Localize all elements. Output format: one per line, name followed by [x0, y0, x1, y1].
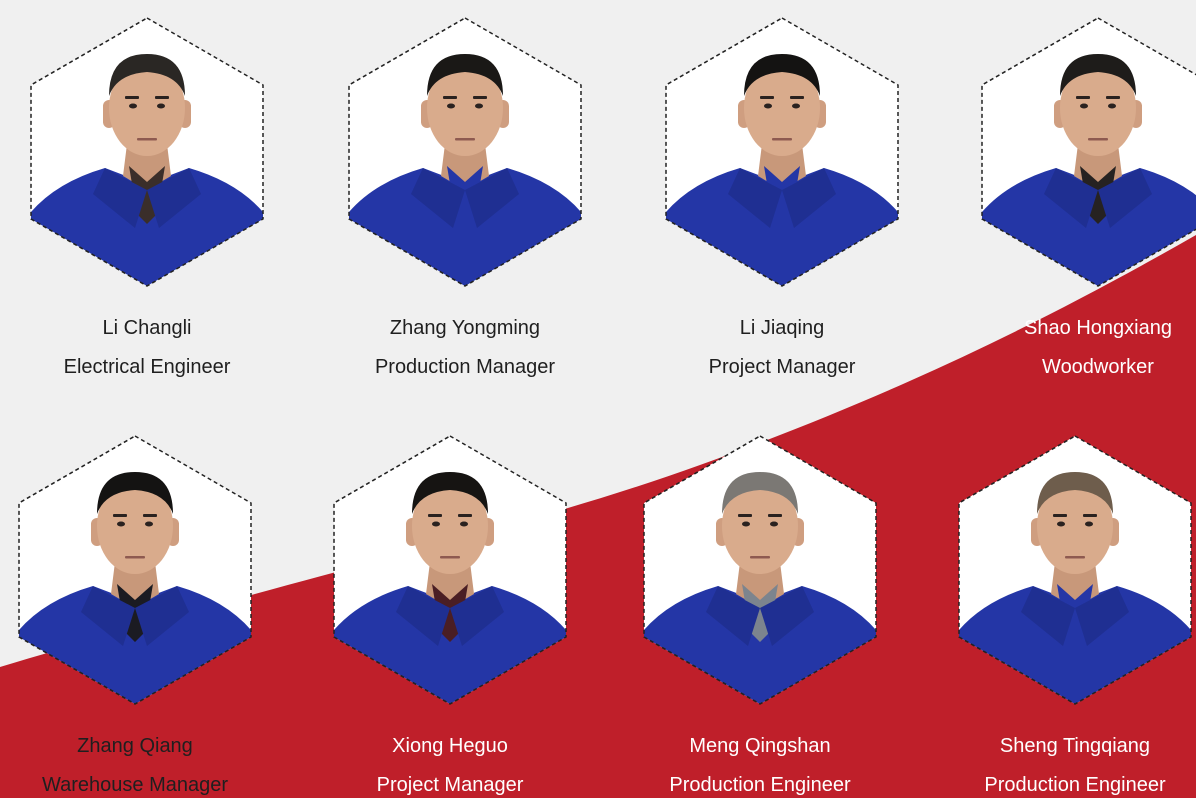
team-member-card: Zhang Qiang Warehouse Manager: [15, 432, 255, 796]
portrait-hexagon: [348, 17, 582, 287]
member-name: Sheng Tingqiang: [999, 735, 1151, 757]
team-member-card: Sheng Tingqiang Production Engineer: [955, 432, 1195, 796]
member-role: Production Manager: [374, 356, 556, 378]
member-role: Project Manager: [708, 356, 856, 378]
member-role: Warehouse Manager: [41, 774, 229, 796]
member-role: Electrical Engineer: [63, 356, 231, 378]
member-name: Xiong Heguo: [392, 735, 508, 757]
team-member-card: Li Changli Electrical Engineer: [27, 14, 267, 378]
member-name: Zhang Yongming: [389, 317, 541, 339]
portrait-hexagon: [958, 435, 1192, 705]
team-member-card: Li Jiaqing Project Manager: [662, 14, 902, 378]
portrait-hexagon: [30, 17, 264, 287]
member-role: Woodworker: [1042, 356, 1154, 378]
member-name: Shao Hongxiang: [1024, 317, 1172, 339]
team-member-card: Zhang Yongming Production Manager: [345, 14, 585, 378]
member-name: Li Changli: [102, 317, 192, 339]
member-name: Meng Qingshan: [689, 735, 831, 757]
portrait-hexagon: [981, 17, 1196, 287]
member-name: Zhang Qiang: [77, 735, 193, 757]
portrait-hexagon: [333, 435, 567, 705]
team-member-card: Meng Qingshan Production Engineer: [640, 432, 880, 796]
member-role: Project Manager: [376, 774, 524, 796]
portrait-hexagon: [18, 435, 252, 705]
portrait-hexagon: [665, 17, 899, 287]
team-member-card: Shao Hongxiang Woodworker: [978, 14, 1196, 378]
member-role: Production Engineer: [984, 774, 1166, 796]
member-role: Production Engineer: [669, 774, 851, 796]
team-member-card: Xiong Heguo Project Manager: [330, 432, 570, 796]
portrait-hexagon: [643, 435, 877, 705]
member-name: Li Jiaqing: [739, 317, 825, 339]
